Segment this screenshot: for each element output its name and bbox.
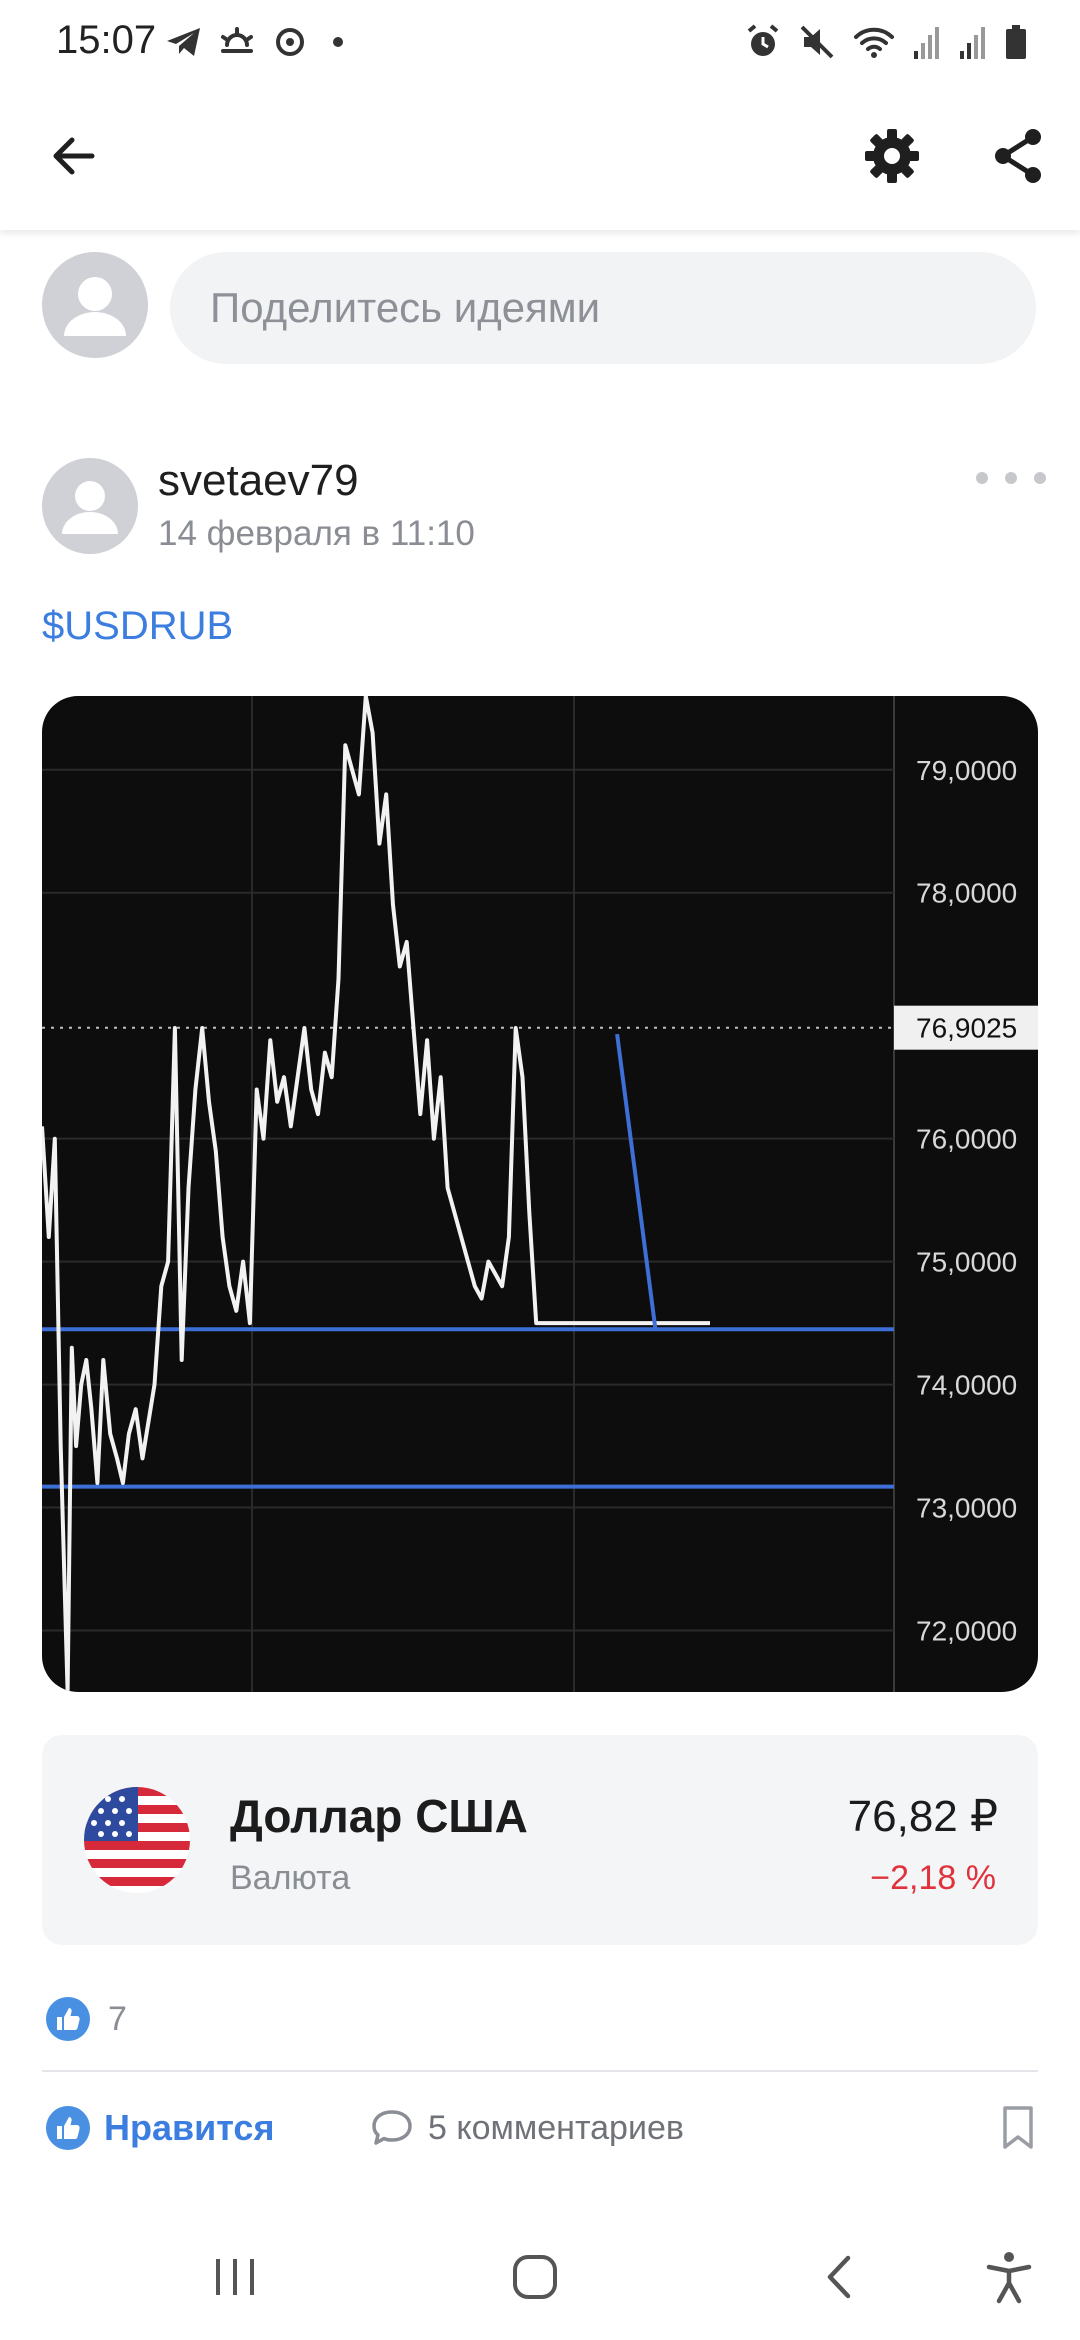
arrow-back-icon (53, 137, 95, 175)
recent-apps-icon (216, 2259, 254, 2295)
person-icon (62, 481, 118, 534)
share-icon (995, 129, 1041, 183)
accessibility-icon (986, 2252, 1032, 2304)
y-tick-label: 75,0000 (916, 1247, 1017, 1278)
app-bar (0, 84, 1080, 230)
home-button[interactable] (490, 2232, 580, 2322)
instrument-change: −2,18 % (870, 1859, 996, 1897)
weather-icon (221, 27, 253, 53)
support-lines (42, 1327, 894, 1489)
instrument-price: 76,82 ₽ (847, 1792, 998, 1841)
mute-icon (800, 25, 834, 59)
y-tick-label: 76,0000 (916, 1124, 1017, 1155)
y-tick-label: 78,0000 (916, 878, 1017, 909)
back-button[interactable] (34, 116, 114, 196)
like-button[interactable]: Нравится (46, 2100, 274, 2156)
status-time: 15:07 (56, 18, 157, 62)
divider (42, 2070, 1038, 2072)
instrument-card[interactable]: Доллар США Валюта 76,82 ₽ −2,18 % (42, 1735, 1038, 1945)
status-bar: 15:07 (0, 0, 1080, 84)
thumbs-up-icon (46, 1997, 90, 2041)
more-options-button[interactable] (976, 456, 1046, 500)
y-tick-label: 74,0000 (916, 1370, 1017, 1401)
signal-icon (960, 27, 985, 59)
more-icon (976, 472, 988, 484)
likes-count: 7 (108, 1999, 127, 2038)
likes-summary[interactable]: 7 (46, 1994, 127, 2044)
price-axis: 79,0000 78,0000 76,0000 75,0000 74,0000 73,00… (894, 755, 1038, 1647)
y-tick-label: 72,0000 (916, 1616, 1017, 1647)
price-series-line (42, 696, 710, 1692)
share-button[interactable] (978, 116, 1058, 196)
like-label: Нравится (104, 2107, 275, 2148)
bookmark-button[interactable] (996, 2100, 1040, 2156)
settings-button[interactable] (852, 116, 932, 196)
composer (0, 246, 1080, 372)
y-tick-label: 73,0000 (916, 1493, 1017, 1524)
comments-button[interactable]: 5 комментариев (370, 2100, 684, 2156)
us-flag-icon (84, 1787, 190, 1893)
price-series (42, 696, 710, 1692)
share-ideas-input[interactable] (170, 252, 1036, 364)
accessibility-button[interactable] (964, 2232, 1054, 2322)
wifi-icon (854, 27, 894, 58)
battery-icon (1006, 25, 1026, 59)
instrument-name: Доллар США (230, 1790, 528, 1842)
trend-line (615, 1033, 658, 1330)
instrument-type: Валюта (230, 1859, 351, 1897)
signal-icon (914, 27, 939, 59)
post-date: 14 февраля в 11:10 (158, 514, 475, 553)
user-avatar[interactable] (42, 252, 148, 358)
post-author[interactable]: svetaev79 (158, 456, 359, 506)
recent-apps-button[interactable] (190, 2232, 280, 2322)
comment-icon (372, 2110, 412, 2145)
ticker-link[interactable]: $USDRUB (42, 604, 233, 649)
price-chart[interactable]: 79,0000 78,0000 76,0000 75,0000 74,0000 73,00… (42, 696, 1038, 1692)
telegram-icon (167, 28, 200, 56)
bookmark-icon (1003, 2106, 1033, 2149)
thumbs-up-icon (46, 2106, 90, 2150)
system-back-button[interactable] (795, 2232, 885, 2322)
author-avatar[interactable] (42, 458, 138, 554)
price-chart-svg: 79,0000 78,0000 76,0000 75,0000 74,0000 73,00… (42, 696, 1038, 1692)
chevron-left-icon (827, 2255, 851, 2299)
y-tick-label: 79,0000 (916, 755, 1017, 786)
notification-dot (333, 37, 343, 47)
gear-icon (865, 129, 919, 183)
comments-label: 5 комментариев (428, 2108, 684, 2147)
app-icon (276, 28, 304, 56)
home-icon (513, 2255, 557, 2299)
alarm-icon (747, 24, 779, 56)
system-nav-bar (0, 2210, 1080, 2340)
person-icon (64, 277, 126, 336)
current-price-label: 76,9025 (916, 1013, 1017, 1044)
